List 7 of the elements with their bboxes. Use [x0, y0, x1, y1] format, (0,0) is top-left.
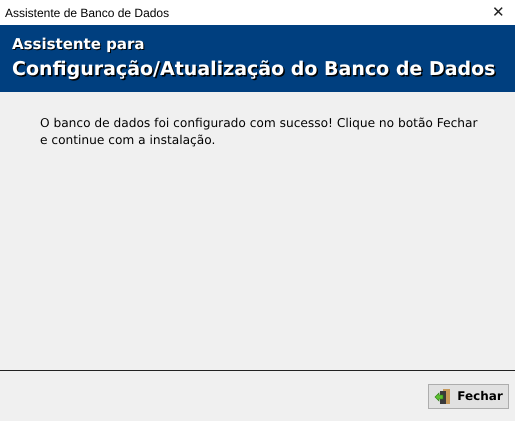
exit-door-icon: [434, 388, 452, 404]
close-button[interactable]: ✕: [488, 5, 509, 20]
window-title: Assistente de Banco de Dados: [5, 6, 170, 20]
header-title: Configuração/Atualização do Banco de Dados: [12, 56, 496, 82]
header-subtitle: Assistente para: [12, 34, 146, 54]
success-message: O banco de dados foi configurado com sucesso! Clique no botão Fechar e continue com a instalação.: [40, 115, 479, 149]
close-wizard-button[interactable]: Fechar: [428, 384, 509, 408]
